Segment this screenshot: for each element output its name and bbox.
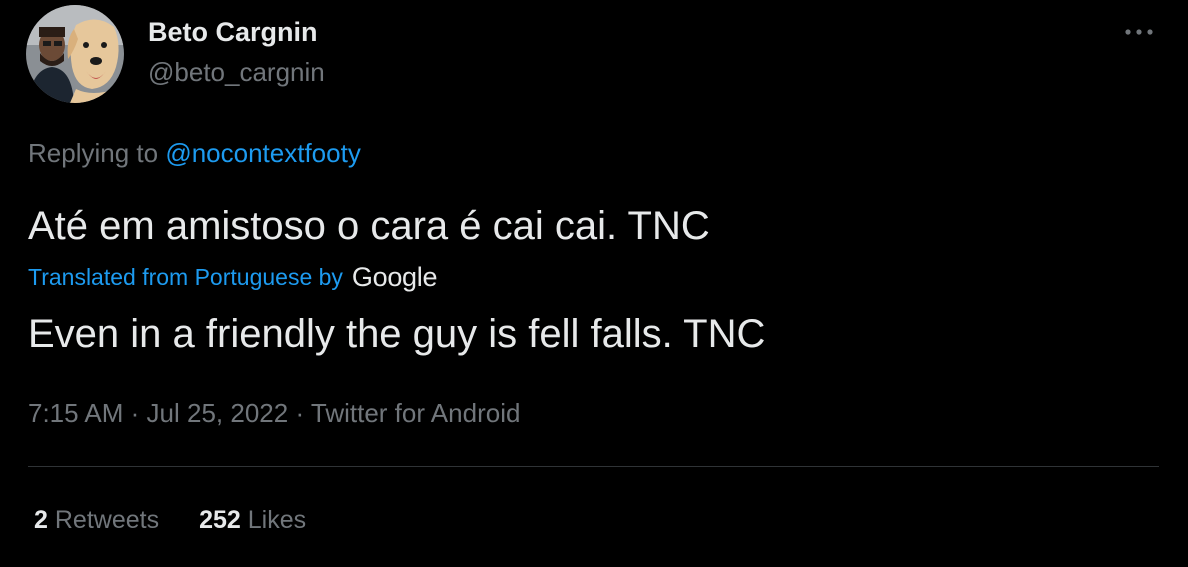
translated-from-link[interactable]: Translated from Portuguese by — [28, 264, 343, 291]
more-options-button[interactable] — [1122, 18, 1156, 46]
replying-to-line: Replying to @nocontextfooty — [28, 136, 361, 170]
retweets-count: 2 — [34, 506, 48, 534]
tweet-date[interactable]: Jul 25, 2022 — [147, 398, 289, 428]
tweet-metadata: 7:15 AM · Jul 25, 2022 · Twitter for And… — [28, 396, 520, 430]
replying-to-prefix: Replying to — [28, 138, 159, 168]
avatar-photo — [26, 5, 124, 103]
translation-attribution: Translated from Portuguese by Google — [28, 259, 437, 295]
tweet-source[interactable]: Twitter for Android — [311, 398, 521, 428]
tweet-text: Até em amistoso o cara é cai cai. TNC — [28, 204, 710, 248]
engagement-stats: 2 Retweets 252 Likes — [34, 503, 346, 537]
author-display-name[interactable]: Beto Cargnin — [148, 15, 318, 49]
meta-separator: · — [130, 398, 140, 428]
retweets-label: Retweets — [54, 506, 160, 534]
ellipsis-icon — [1125, 29, 1153, 35]
avatar[interactable] — [26, 5, 124, 103]
reply-mention-link[interactable]: @nocontextfooty — [165, 138, 361, 168]
translated-text: Even in a friendly the guy is fell falls… — [28, 312, 766, 356]
retweets-stat[interactable]: 2 Retweets — [34, 503, 159, 537]
likes-label: Likes — [247, 506, 307, 534]
google-logo: Google — [351, 261, 438, 292]
likes-count: 252 — [199, 506, 241, 534]
meta-separator: · — [295, 398, 305, 428]
likes-stat[interactable]: 252 Likes — [199, 503, 306, 537]
author-handle[interactable]: @beto_cargnin — [148, 55, 325, 89]
tweet-time[interactable]: 7:15 AM — [28, 398, 123, 428]
divider — [28, 466, 1159, 467]
